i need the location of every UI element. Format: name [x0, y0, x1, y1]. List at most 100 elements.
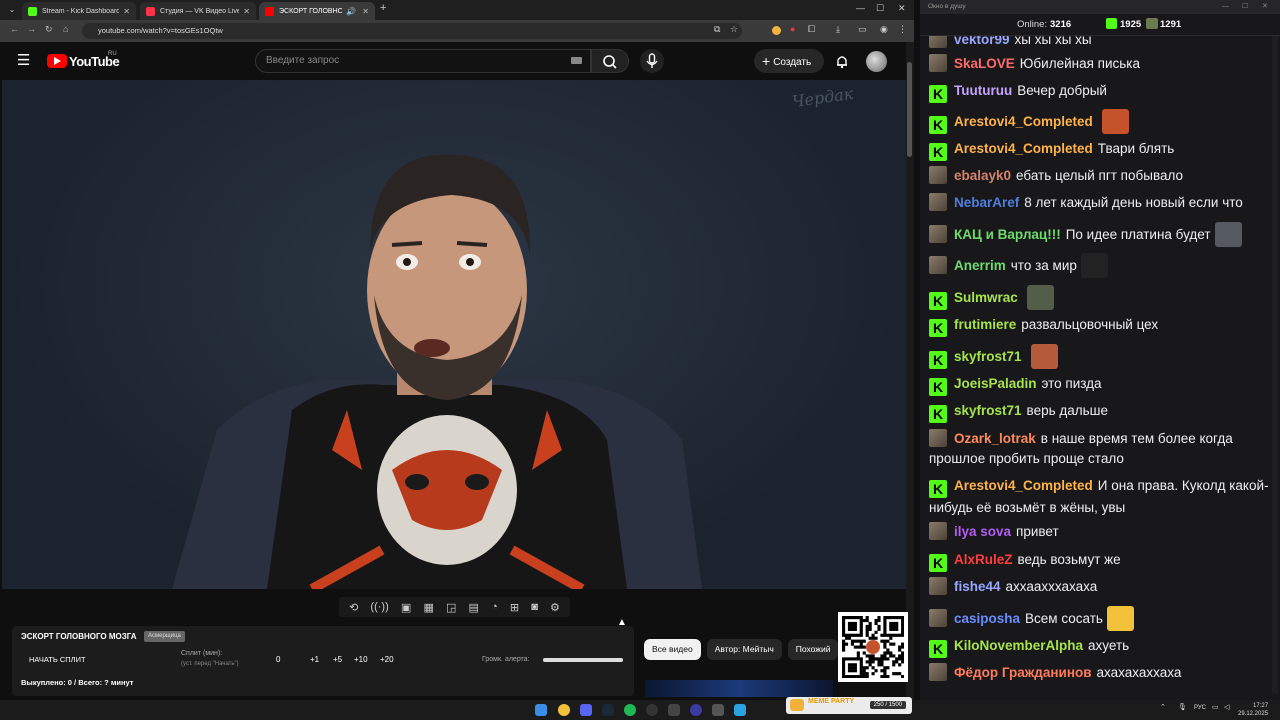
chat-scrollbar[interactable]	[1272, 36, 1278, 694]
video-player[interactable]: Чердак	[2, 80, 906, 589]
minimize-icon[interactable]: —	[1222, 0, 1229, 14]
chat-username[interactable]: Фёдор Гражданинов	[954, 665, 1092, 680]
clapperboard-icon[interactable]: ▦	[423, 601, 433, 614]
alert-volume-slider[interactable]	[543, 658, 623, 662]
chat-username[interactable]: skyfrost71	[954, 403, 1022, 418]
increment-1-button[interactable]: +1	[310, 655, 319, 664]
bookmark-star-icon[interactable]: ☆	[730, 24, 738, 35]
chat-username[interactable]: ilya sova	[954, 524, 1011, 539]
back-icon[interactable]: ←	[10, 24, 19, 34]
tab-kick-dashboard[interactable]: Stream - Kick Dashboard ✕	[22, 2, 136, 20]
start-split-button[interactable]: НАЧАТЬ СПЛИТ	[29, 655, 86, 664]
increment-20-button[interactable]: +20	[380, 655, 394, 664]
steam-icon[interactable]	[602, 704, 614, 716]
account-avatar[interactable]	[866, 51, 887, 72]
chat-message-list[interactable]: vektor99 хы хы хы хы SkaLOVE Юбилейная пись…	[920, 36, 1272, 694]
speed-gauge-icon[interactable]: ◔	[491, 601, 498, 613]
reload-icon[interactable]: ↻	[45, 24, 53, 35]
chrome-icon[interactable]	[558, 704, 570, 716]
chat-username[interactable]: casiposha	[954, 611, 1020, 626]
search-input[interactable]: Введите запрос	[255, 49, 591, 73]
add-video-icon[interactable]: ⊞	[510, 601, 519, 614]
scrollbar-thumb[interactable]	[907, 62, 912, 157]
chat-username[interactable]: Ozark_lotrak	[954, 431, 1036, 446]
address-bar[interactable]: youtube.com/watch?v=tosGEs1OQtw	[82, 23, 742, 39]
chat-username[interactable]: fishe44	[954, 579, 1001, 594]
maximize-icon[interactable]: ☐	[1242, 0, 1248, 14]
chat-username[interactable]: ebalayk0	[954, 168, 1011, 183]
chat-username[interactable]: NebarAref	[954, 195, 1019, 210]
chat-username[interactable]: Arestovi4_Completed	[954, 114, 1093, 129]
chat-username[interactable]: Tuuturuu	[954, 83, 1012, 98]
spotify-icon[interactable]	[624, 704, 636, 716]
hamburger-menu-icon[interactable]: ☰	[17, 53, 30, 68]
install-icon[interactable]: ⧉	[714, 24, 720, 35]
forward-icon[interactable]: →	[27, 24, 36, 34]
tray-chevron-icon[interactable]: ⌃	[1160, 703, 1166, 711]
speaker-icon[interactable]: 🔊	[346, 7, 356, 16]
settings-gear-icon[interactable]: ⚙	[550, 601, 560, 614]
language-indicator[interactable]: РУС	[1194, 705, 1206, 711]
sidepanel-icon[interactable]: ▭	[858, 24, 867, 35]
chat-username[interactable]: AlxRuleZ	[954, 552, 1013, 567]
chat-username[interactable]: SkaLOVE	[954, 56, 1015, 71]
chat-username[interactable]: skyfrost71	[954, 349, 1022, 364]
chat-username[interactable]: Sulmwrac	[954, 290, 1018, 305]
voice-search-button[interactable]	[640, 49, 664, 73]
media-player-icon[interactable]	[690, 704, 702, 716]
maximize-icon[interactable]: ☐	[876, 3, 884, 14]
keyboard-icon[interactable]	[571, 57, 582, 64]
extension-record-icon[interactable]: ●	[790, 24, 795, 34]
tab-youtube-video[interactable]: ЭСКОРТ ГОЛОВНОГО МОЗ 🔊 ✕	[259, 2, 375, 20]
chip-similar[interactable]: Похожий	[787, 639, 839, 660]
notifications-bell-icon[interactable]	[834, 53, 850, 69]
download-icon[interactable]: ⤓	[836, 24, 840, 35]
chat-username[interactable]: Arestovi4_Completed	[954, 478, 1093, 493]
home-icon[interactable]: ⌂	[63, 24, 68, 34]
chat-username[interactable]: КАЦ и Варлац!!!	[954, 227, 1061, 242]
extensions-puzzle-icon[interactable]: ⧠	[808, 24, 815, 35]
tab-vk-studio[interactable]: Студия — VK Видео Live ✕	[140, 2, 256, 20]
youtube-logo-icon[interactable]	[47, 54, 67, 68]
discord-icon[interactable]	[580, 704, 592, 716]
chat-username[interactable]: vektor99	[954, 36, 1010, 47]
app-icon[interactable]	[668, 704, 680, 716]
telegram-icon[interactable]	[734, 704, 746, 716]
chat-username[interactable]: frutimiere	[954, 317, 1016, 332]
broadcast-icon[interactable]: ((·))	[370, 601, 388, 613]
profile-icon[interactable]: ◉	[880, 24, 888, 35]
new-tab-icon[interactable]: +	[380, 2, 386, 14]
chip-all-videos[interactable]: Все видео	[644, 639, 701, 660]
chip-author[interactable]: Автор: Мейтыч	[706, 639, 782, 660]
obs-icon[interactable]	[646, 704, 658, 716]
create-button[interactable]: + Создать	[754, 49, 824, 73]
page-scrollbar[interactable]	[906, 42, 914, 700]
increment-10-button[interactable]: +10	[354, 655, 368, 664]
cinema-mode-icon[interactable]: ▤	[469, 601, 479, 614]
picture-in-picture-icon[interactable]: ◲	[446, 601, 456, 614]
minimize-icon[interactable]: —	[856, 3, 865, 13]
close-window-icon[interactable]: ✕	[898, 3, 906, 14]
chat-username[interactable]: KiloNovemberAlpha	[954, 638, 1083, 653]
tab-search-icon[interactable]: ⌄	[6, 4, 18, 16]
close-window-icon[interactable]: ✕	[1262, 0, 1268, 14]
increment-5-button[interactable]: +5	[333, 655, 342, 664]
network-icon[interactable]: ▭	[1212, 703, 1219, 711]
volume-icon[interactable]: ◁	[1224, 703, 1229, 711]
system-clock[interactable]: 17:27 29.12.2025	[1238, 702, 1268, 718]
chat-username[interactable]: Arestovi4_Completed	[954, 141, 1093, 156]
chat-username[interactable]: JoeisPaladin	[954, 376, 1037, 391]
window-switcher-icon[interactable]	[712, 704, 724, 716]
search-button[interactable]	[591, 49, 629, 73]
split-minutes-value[interactable]: 0	[276, 655, 280, 664]
watch-later-icon[interactable]: ▣	[401, 601, 411, 614]
menu-dots-icon[interactable]: ⋮	[898, 24, 907, 35]
screenshot-camera-icon[interactable]: ◙	[531, 601, 538, 613]
loop-icon[interactable]: ⟲	[349, 601, 358, 614]
extension-icon[interactable]	[772, 26, 781, 35]
chat-username[interactable]: Anerrim	[954, 258, 1006, 273]
close-tab-icon[interactable]: ✕	[123, 7, 130, 16]
microphone-tray-icon[interactable]: 🎙	[1178, 703, 1187, 711]
close-tab-icon[interactable]: ✕	[362, 7, 369, 16]
close-tab-icon[interactable]: ✕	[243, 7, 250, 16]
